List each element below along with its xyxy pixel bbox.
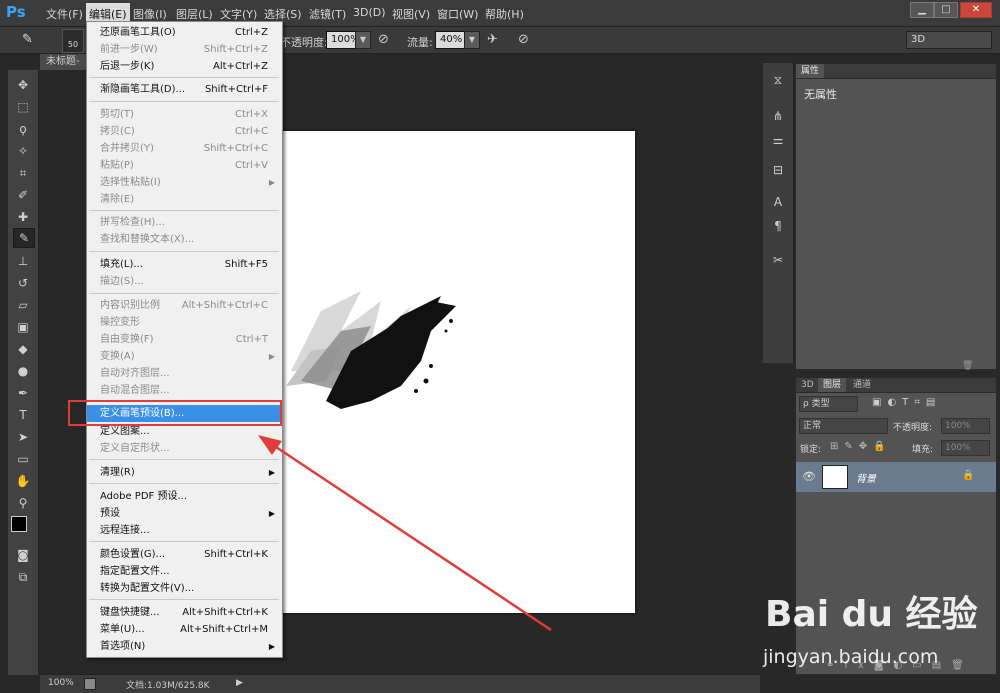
baidu-watermark-url: jingyan.baidu.com bbox=[763, 646, 939, 668]
baidu-watermark-logo: Bai du 经验 bbox=[765, 594, 978, 635]
